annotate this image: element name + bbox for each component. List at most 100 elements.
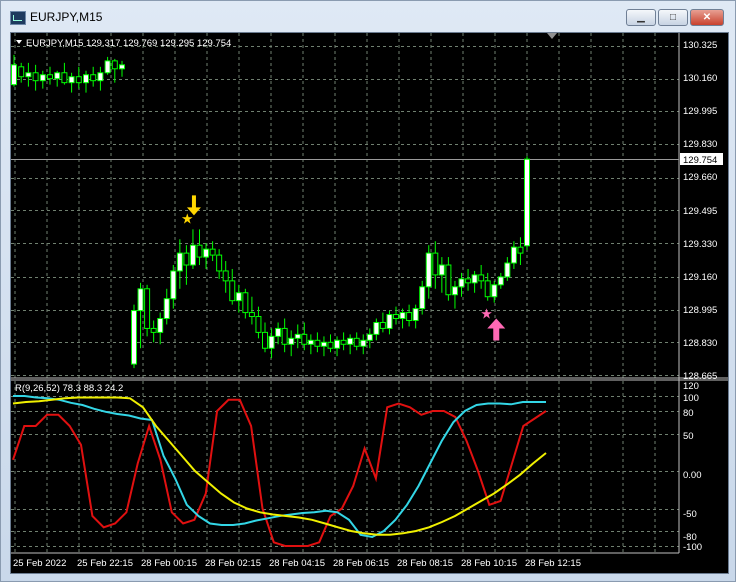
candle-body	[150, 327, 157, 333]
candle-body	[144, 288, 151, 329]
grid	[11, 33, 679, 553]
candle-body	[524, 158, 530, 247]
candle-body	[432, 252, 439, 276]
candle-body	[327, 341, 334, 349]
candle-body	[119, 64, 125, 70]
price-header: EURJPY,M15 129.317 129.769 129.295 129.7…	[26, 38, 231, 49]
sell-star-icon: ★	[181, 210, 194, 226]
candle-body	[425, 252, 432, 288]
current-price-label: 129.754	[683, 155, 717, 166]
candle-body	[131, 310, 137, 365]
candle-body	[183, 252, 190, 266]
candle-body	[54, 72, 61, 80]
candle-body	[235, 292, 242, 302]
candle-body	[491, 284, 498, 298]
candle-body	[379, 321, 386, 329]
symbol-menu-icon[interactable]	[16, 40, 22, 44]
buy-star-icon: ★	[480, 306, 493, 322]
candle-body	[111, 60, 118, 70]
shift-marker-icon[interactable]	[547, 33, 557, 39]
price-label: 130.160	[683, 73, 717, 84]
time-label: 25 Feb 22:15	[77, 558, 133, 569]
candle-body	[412, 308, 419, 321]
chart-window-icon	[10, 11, 26, 25]
candle-body	[222, 270, 229, 282]
candle-body	[163, 298, 170, 320]
time-label: 28 Feb 04:15	[269, 558, 325, 569]
candle-body	[307, 339, 314, 345]
candle-body	[196, 244, 203, 258]
candle-body	[68, 76, 75, 84]
price-axis-labels: 130.325 130.160 129.995 129.830 129.660 …	[683, 40, 717, 382]
candle-body	[25, 72, 32, 78]
candle-body	[90, 74, 97, 82]
candle-body	[320, 341, 327, 347]
indicator-level-label: -50	[683, 509, 697, 520]
candle-body	[360, 339, 367, 347]
price-label: 129.160	[683, 272, 717, 283]
time-label: 28 Feb 02:15	[205, 558, 261, 569]
time-label: 28 Feb 08:15	[397, 558, 453, 569]
indicator-series-r9	[12, 398, 547, 547]
chart-area[interactable]: ★ ★ EURJPY,M15 129.317 129.769 129.295 12…	[10, 32, 729, 574]
candle-body	[406, 312, 413, 321]
time-label: 28 Feb 06:15	[333, 558, 389, 569]
candle-body	[203, 248, 210, 258]
candle-body	[170, 270, 177, 300]
candle-body	[32, 72, 39, 82]
candle-body	[61, 72, 68, 84]
candle-body	[209, 248, 216, 256]
minimize-button[interactable]: ▁	[626, 9, 656, 26]
candle-body	[510, 246, 517, 264]
indicator-level-label: 80	[683, 408, 694, 419]
candle-body	[504, 262, 511, 278]
candle-body	[229, 280, 236, 302]
chart-window: EURJPY,M15 ▁ □ ✕ ★ ★ EURJPY,M15 129.317 1…	[0, 0, 736, 582]
candle-body	[47, 74, 53, 80]
candle-body	[268, 335, 275, 349]
candle-body	[438, 264, 445, 276]
close-button[interactable]: ✕	[690, 9, 724, 26]
time-axis-labels: 25 Feb 2022 25 Feb 22:15 28 Feb 00:15 28…	[13, 558, 581, 569]
candle-body	[465, 278, 472, 284]
candle-body	[386, 314, 393, 329]
chart-canvas[interactable]: ★★ EURJPY,M15 129.317 129.769 129.295 12…	[11, 33, 728, 573]
candle-body	[517, 246, 524, 254]
candle-body	[281, 327, 288, 345]
candle-body	[176, 252, 183, 272]
candle-body	[83, 74, 89, 84]
candle-body	[478, 274, 485, 282]
candle-body	[497, 276, 504, 286]
candle-body	[484, 280, 491, 298]
time-label: 28 Feb 12:15	[525, 558, 581, 569]
time-label: 25 Feb 2022	[13, 558, 66, 569]
indicator-level-label: 100	[683, 393, 699, 404]
candle-body	[97, 72, 104, 82]
candle-body	[75, 76, 82, 84]
price-label: 128.995	[683, 305, 717, 316]
candle-body	[458, 278, 465, 288]
candle-body	[189, 244, 196, 266]
indicator-axis-labels: 120 100 80 50 0.00 -50 -80 -100	[683, 381, 702, 553]
time-label: 28 Feb 00:15	[141, 558, 197, 569]
indicator-level-label: 120	[683, 381, 699, 392]
candle-body	[399, 312, 406, 320]
price-label: 129.995	[683, 106, 717, 117]
indicator-level-label: -100	[683, 542, 702, 553]
candle-body	[301, 333, 308, 345]
candle-body	[393, 314, 399, 320]
candle-body	[288, 337, 295, 345]
buy-arrow-icon	[487, 318, 506, 341]
title-bar[interactable]: EURJPY,M15 ▁ □ ✕	[1, 1, 735, 31]
candle-body	[471, 274, 478, 284]
candle-body	[137, 288, 144, 312]
candle-body	[340, 339, 347, 345]
candle-body	[366, 333, 373, 341]
signals: ★★	[181, 195, 506, 341]
candle-body	[373, 321, 380, 335]
candle-body	[255, 316, 262, 333]
candle-body	[18, 66, 25, 78]
price-label: 128.830	[683, 338, 717, 349]
candle-body	[445, 264, 452, 296]
maximize-button[interactable]: □	[658, 9, 688, 26]
